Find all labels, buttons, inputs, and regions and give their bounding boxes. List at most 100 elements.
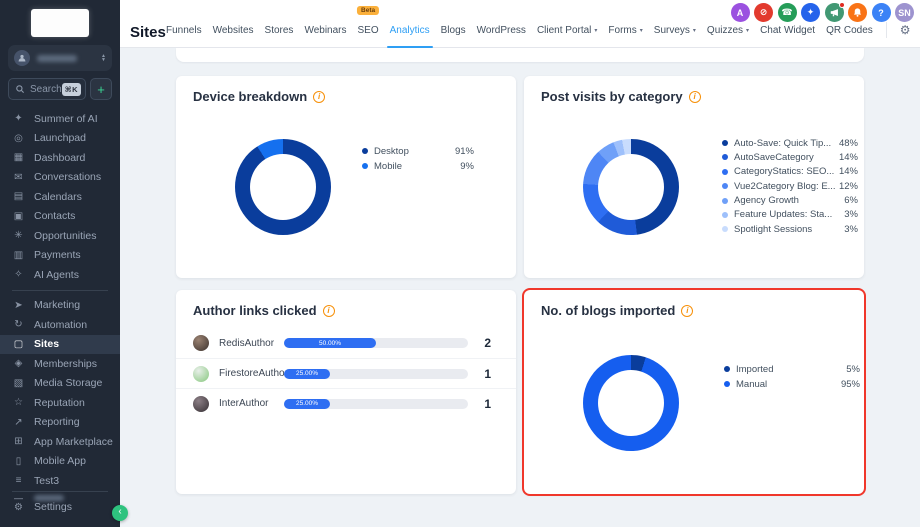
media-storage-icon: ▧ (12, 378, 25, 389)
tab-forms[interactable]: Forms▾ (608, 0, 642, 48)
sidebar-item-settings[interactable]: ⚙ Settings (0, 498, 120, 518)
phone-icon[interactable]: ☎ (778, 3, 797, 22)
sidebar-item-label: Reputation (34, 397, 85, 409)
sidebar-item-contacts[interactable]: ▣Contacts (0, 207, 120, 227)
sidebar-item-opportunities[interactable]: ✳Opportunities (0, 226, 120, 246)
sidebar-item-dashboard[interactable]: ▦Dashboard (0, 148, 120, 168)
author-bar-track: 25.00% (284, 399, 468, 409)
author-bar-fill: 25.00% (284, 399, 330, 409)
legend-label: Desktop (374, 146, 451, 157)
search-icon (15, 84, 25, 94)
legend-value: 5% (846, 364, 860, 375)
tab-client-portal[interactable]: Client Portal▾ (537, 0, 597, 48)
blogs-imported-legend: Imported5%Manual95% (724, 364, 860, 389)
notifications-icon[interactable] (848, 3, 867, 22)
topbar-icon-row: A⊘ ☎✦?SN (731, 3, 915, 22)
translate-icon[interactable]: A (731, 3, 750, 22)
sparkles-icon: ✦ (12, 113, 25, 124)
author-bar-list: RedisAuthor50.00%2FirestoreAuthor25.00%1… (176, 328, 516, 418)
chevron-down-icon: ▾ (693, 27, 696, 34)
info-icon[interactable]: i (313, 91, 325, 103)
sidebar-item-label: Reporting (34, 416, 80, 428)
legend-value: 91% (455, 146, 474, 157)
legend-value: 3% (844, 224, 858, 235)
sidebar-item-reporting[interactable]: ↗Reporting (0, 413, 120, 433)
info-icon[interactable]: i (323, 305, 335, 317)
tab-analytics[interactable]: Analytics (390, 0, 430, 48)
search-input[interactable]: Search ⌘K (8, 78, 86, 100)
sidebar-item-payments[interactable]: ▥Payments (0, 246, 120, 266)
sidebar-item-app-marketplace[interactable]: ⊞App Marketplace (0, 432, 120, 452)
top-navigation: Sites FunnelsWebsitesStoresWebinarsBetaS… (120, 0, 920, 48)
legend-value: 14% (839, 166, 858, 177)
author-click-count: 2 (484, 336, 491, 350)
account-switcher[interactable]: ▲ ▼ (8, 45, 112, 71)
sidebar-item-automation[interactable]: ↻Automation (0, 315, 120, 335)
author-links-card: Author links clicked i RedisAuthor50.00%… (176, 290, 516, 494)
sidebar-collapse-button[interactable]: ‹ (112, 505, 128, 521)
sidebar-item-ai-agents[interactable]: ✧AI Agents (0, 265, 120, 285)
sidebar-item-launchpad[interactable]: ◎Launchpad (0, 129, 120, 149)
legend-label: Auto-Save: Quick Tip... (734, 138, 835, 149)
legend-value: 6% (844, 195, 858, 206)
tab-blogs[interactable]: Blogs (441, 0, 466, 48)
legend-dot (724, 381, 730, 387)
sidebar: ▲ ▼ Search ⌘K + ✦Summer of AI◎Launchpad▦… (0, 0, 120, 527)
tab-label: Stores (265, 25, 294, 36)
tab-label: Chat Widget (760, 25, 815, 36)
sidebar-item-media-storage[interactable]: ▧Media Storage (0, 374, 120, 394)
tab-label: Websites (213, 25, 254, 36)
legend-value: 3% (844, 209, 858, 220)
sidebar-divider (12, 491, 108, 492)
sidebar-item-summer-of-ai[interactable]: ✦Summer of AI (0, 109, 120, 129)
legend-label: Agency Growth (734, 195, 840, 206)
sidebar-item-sites[interactable]: ▢Sites (0, 335, 120, 355)
tab-wordpress[interactable]: WordPress (477, 0, 526, 48)
author-name: FirestoreAuthor (219, 368, 288, 379)
tab-funnels[interactable]: Funnels (166, 0, 202, 48)
account-avatar-icon (14, 50, 30, 66)
tab-websites[interactable]: Websites (213, 0, 254, 48)
sidebar-item-memberships[interactable]: ◈Memberships (0, 354, 120, 374)
legend-dot (722, 212, 728, 218)
author-bar-track: 50.00% (284, 338, 468, 348)
integrations-icon[interactable]: ✦ (801, 3, 820, 22)
info-icon[interactable]: i (689, 91, 701, 103)
conversations-icon: ✉ (12, 172, 25, 183)
tab-stores[interactable]: Stores (265, 0, 294, 48)
tab-label: Forms (608, 25, 636, 36)
tab-label: WordPress (477, 25, 526, 36)
info-icon[interactable]: i (681, 305, 693, 317)
mobile-app-icon: ▯ (12, 456, 25, 467)
user-avatar[interactable]: SN (895, 3, 914, 22)
nav-divider (886, 22, 887, 38)
sidebar-item-calendars[interactable]: ▤Calendars (0, 187, 120, 207)
tab-label: Webinars (304, 25, 346, 36)
sidebar-item-mobile-app[interactable]: ▯ Mobile App (0, 452, 120, 472)
legend-value: 14% (839, 152, 858, 163)
main-area: Sites FunnelsWebsitesStoresWebinarsBetaS… (120, 0, 920, 527)
author-name: InterAuthor (219, 398, 268, 409)
sidebar-item-label: Mobile App (34, 455, 86, 467)
card-title: Author links clicked (193, 303, 317, 318)
tab-label: Analytics (390, 25, 430, 36)
sidebar-item-conversations[interactable]: ✉Conversations (0, 168, 120, 188)
sidebar-item-marketing[interactable]: ➤Marketing (0, 296, 120, 316)
legend-row: Feature Updates: Sta...3% (722, 210, 858, 220)
legend-label: Vue2Category Blog: E... (734, 181, 835, 192)
tab-surveys[interactable]: Surveys▾ (654, 0, 696, 48)
search-placeholder: Search (30, 84, 62, 95)
announcements-icon[interactable] (825, 3, 844, 22)
blogs-imported-card: No. of blogs imported i Imported5%Manual… (524, 290, 864, 494)
sidebar-item-reputation[interactable]: ☆Reputation (0, 393, 120, 413)
author-bar-fill: 50.00% (284, 338, 376, 348)
tab-webinars[interactable]: Webinars (304, 0, 346, 48)
legend-dot (722, 183, 728, 189)
help-icon[interactable]: ? (872, 3, 891, 22)
tab-seo[interactable]: BetaSEO (358, 0, 379, 48)
legend-label: Spotlight Sessions (734, 224, 840, 235)
chevron-down-icon: ▾ (594, 27, 597, 34)
do-not-disturb-icon[interactable]: ⊘ (754, 3, 773, 22)
author-bar-value: 25.00% (296, 370, 318, 377)
quick-add-button[interactable]: + (90, 78, 112, 100)
